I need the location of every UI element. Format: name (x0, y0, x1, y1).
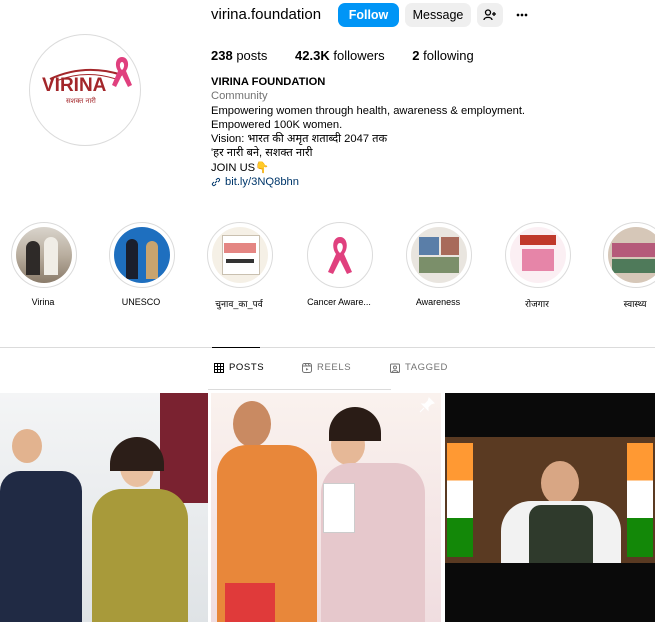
virina-logo: VIRINA सशक्त नारी (42, 57, 132, 105)
bio-category: Community (211, 90, 268, 103)
profile-bio: VIRINA FOUNDATION Community Empowering w… (211, 75, 541, 189)
svg-text:सशक्त नारी: सशक्त नारी (66, 96, 96, 105)
svg-text:VIRINA: VIRINA (42, 75, 107, 96)
reels-icon (302, 362, 312, 373)
followers-stat[interactable]: 42.3K followers (295, 48, 385, 63)
highlight-cancer-awareness[interactable]: Cancer Aware... (307, 222, 373, 307)
tab-tagged[interactable]: TAGGED (390, 362, 448, 373)
highlight-awareness[interactable]: Awareness (406, 222, 472, 307)
bio-line: Vision: भारत की अमृत शताब्दी 2047 तक (211, 133, 388, 146)
post-tile[interactable] (445, 393, 655, 622)
add-user-button[interactable] (477, 3, 503, 27)
grid-icon (214, 362, 224, 373)
bio-link[interactable]: bit.ly/3NQ8bhn (211, 175, 541, 189)
highlight-chunav-ka-parv[interactable]: चुनाव_का_पर्व (207, 222, 273, 310)
pink-ribbon-icon (328, 237, 352, 274)
following-stat[interactable]: 2 following (412, 48, 473, 63)
profile-stats: 238 posts 42.3K followers 2 following (211, 48, 474, 63)
bio-line: Empowered 100K women. (211, 118, 343, 131)
more-dots-icon (516, 13, 528, 17)
tab-posts[interactable]: POSTS (214, 362, 264, 373)
tabs-underline (208, 389, 391, 390)
posts-stat: 238 posts (211, 48, 268, 63)
highlight-swasthya[interactable]: स्वास्थ्य (603, 222, 655, 310)
bio-name: VIRINA FOUNDATION (211, 76, 326, 88)
post-tile[interactable] (0, 393, 208, 622)
bio-line: Empowering women through health, awarene… (211, 104, 526, 117)
profile-avatar[interactable]: VIRINA सशक्त नारी (29, 34, 141, 146)
message-button[interactable]: Message (405, 3, 471, 27)
pinned-icon (419, 397, 435, 413)
profile-username: virina.foundation (211, 6, 322, 23)
post-tile[interactable] (211, 393, 441, 622)
add-user-icon (483, 9, 496, 21)
follow-button[interactable]: Follow (338, 3, 399, 27)
tab-reels[interactable]: REELS (302, 362, 351, 373)
highlight-rojgar[interactable]: रोजगार (505, 222, 571, 310)
tabs-divider (0, 347, 655, 348)
bio-line: JOIN US👇 (211, 161, 270, 174)
highlight-unesco[interactable]: UNESCO (109, 222, 175, 307)
bio-line: 'हर नारी बने, सशक्त नारी (211, 147, 313, 160)
active-tab-indicator (212, 347, 260, 348)
more-options-button[interactable] (510, 3, 534, 27)
tagged-icon (390, 363, 400, 373)
link-icon (211, 178, 221, 187)
highlight-virina[interactable]: Virina (11, 222, 77, 307)
